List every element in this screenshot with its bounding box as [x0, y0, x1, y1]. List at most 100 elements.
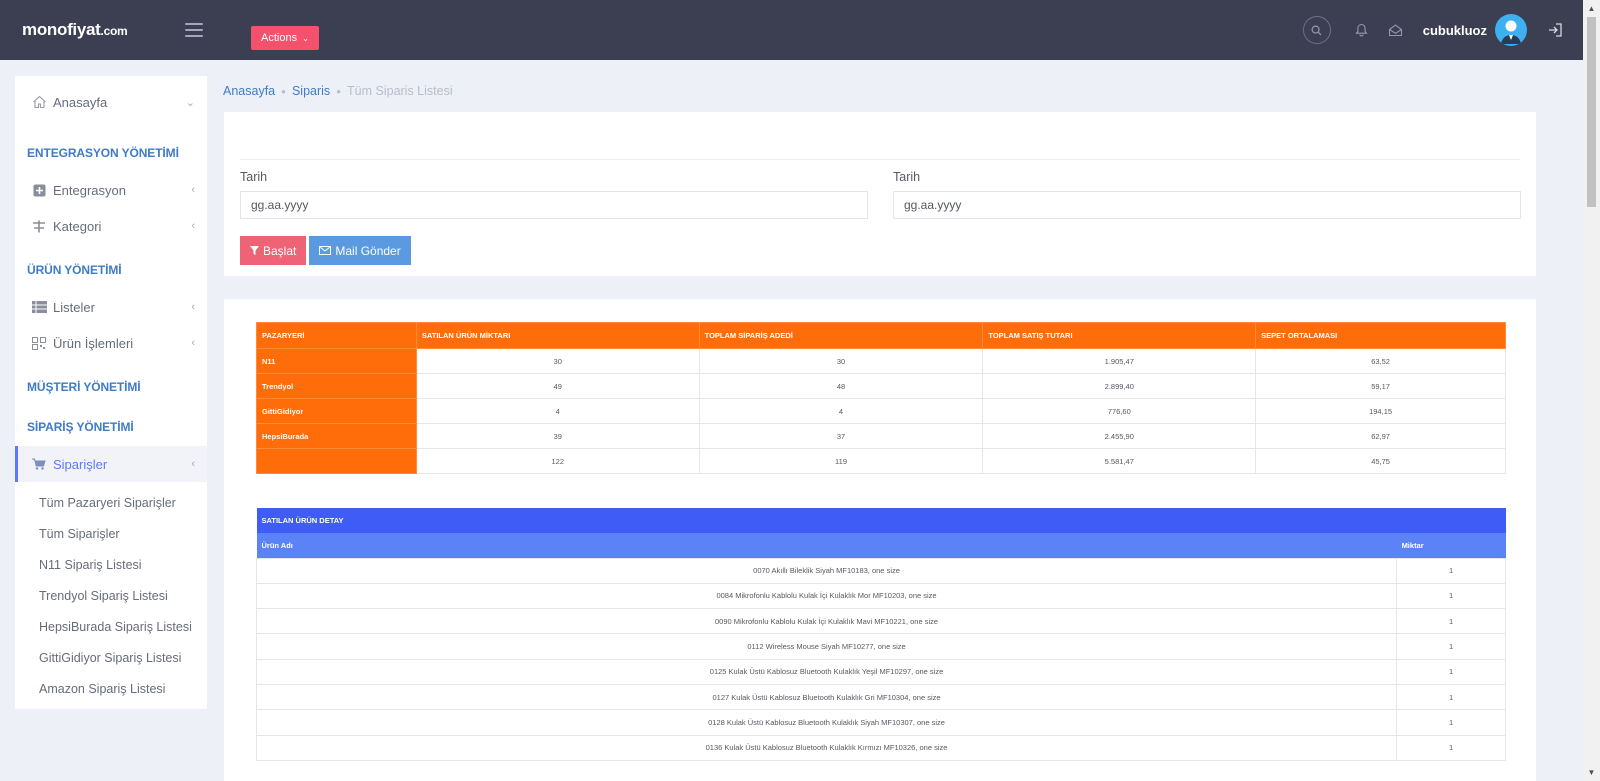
chevron-left-icon: ‹ [191, 184, 195, 196]
start-date-group: Tarih [240, 170, 868, 219]
inbox-icon[interactable] [1388, 23, 1403, 37]
table-row: 0127 Kulak Üstü Kablosuz Bluetooth Kulak… [255, 683, 1506, 711]
sidebar-subitem[interactable]: N11 Sipariş Listesi [15, 549, 207, 580]
table-row: 0125 Kulak Üstü Kablosuz Bluetooth Kulak… [255, 658, 1506, 685]
summary-cell: 1.905,47 [982, 348, 1257, 374]
summary-header-cell: SEPET ORTALAMASI [1255, 322, 1506, 349]
quantity-cell: 1 [1396, 658, 1506, 685]
product-name-cell: 0070 Akıllı Bileklik Siyah MF10183, one … [255, 557, 1398, 584]
sidebar-subitem[interactable]: Tüm Siparişler [15, 518, 207, 549]
product-name-cell: 0090 Mikrofonlu Kablolu Kulak İçi Kulakl… [255, 608, 1398, 635]
sidebar-subitem[interactable]: HepsiBurada Sipariş Listesi [15, 611, 207, 642]
chevron-down-icon: ⌄ [302, 33, 309, 43]
summary-cell: 4 [698, 398, 984, 424]
product-name-cell: 0112 Wireless Mouse Siyah MF10277, one s… [255, 633, 1398, 660]
sidebar-subitem[interactable]: Amazon Sipariş Listesi [15, 673, 207, 704]
scroll-up-icon[interactable]: ▲ [1583, 0, 1600, 17]
end-date-input[interactable] [893, 191, 1521, 219]
end-date-group: Tarih [893, 170, 1521, 219]
quantity-cell: 1 [1396, 608, 1506, 635]
table-row: 0128 Kulak Üstü Kablosuz Bluetooth Kulak… [255, 709, 1506, 736]
sidebar-item-kategori[interactable]: Kategori ‹ [15, 208, 207, 244]
end-date-label: Tarih [893, 170, 921, 184]
summary-cell: 119 [698, 448, 984, 474]
summary-cell: 2.455,90 [982, 423, 1257, 449]
summary-cell: 4 [415, 398, 700, 424]
avatar[interactable] [1495, 14, 1527, 46]
quantity-cell: 1 [1396, 633, 1506, 660]
start-filter-button[interactable]: Başlat [240, 236, 307, 265]
breadcrumb: Anasayfa ● Siparis ● Tüm Siparis Listesi [223, 84, 453, 98]
chevron-left-icon: ‹ [191, 220, 195, 232]
marketplace-cell [256, 448, 417, 474]
summary-cell: 122 [415, 448, 700, 474]
brand-logo[interactable]: monofiyat.com [0, 20, 175, 40]
chevron-down-icon: ⌄ [185, 96, 195, 109]
sidebar-item-siparisler[interactable]: Siparişler ‹ [15, 446, 207, 482]
breadcrumb-home[interactable]: Anasayfa [223, 84, 275, 98]
section-urun: ÜRÜN YÖNETİMİ [27, 263, 122, 277]
divider [240, 159, 1520, 160]
summary-header-cell: SATILAN ÜRÜN MİKTARI [415, 322, 700, 349]
summary-header-cell: TOPLAM SATIŞ TUTARI [982, 322, 1257, 349]
summary-row: GittiGidiyor 4 4 776,60 194,15 [256, 398, 1506, 424]
page-scrollbar[interactable]: ▲ ▼ [1583, 0, 1600, 781]
section-siparis: SİPARİŞ YÖNETİMİ [27, 420, 134, 434]
sidebar: Anasayfa ⌄ ENTEGRASYON YÖNETİMİ Entegras… [15, 76, 207, 709]
summary-row: HepsiBurada 39 37 2.455,90 62,97 [256, 423, 1506, 449]
summary-cell: 30 [415, 348, 700, 374]
results-panel: PAZARYERİ SATILAN ÜRÜN MİKTARI TOPLAM SİPA… [224, 299, 1536, 781]
sidebar-item-entegrasyon[interactable]: Entegrasyon ‹ [15, 172, 207, 208]
product-detail-table: SATILAN ÜRÜN DETAY Ürün Adı Miktar 0070 … [255, 508, 1506, 761]
marketplace-cell: N11 [256, 348, 417, 374]
top-header: monofiyat.com Actions ⌄ cubukluoz [0, 0, 1583, 60]
summary-cell: 194,15 [1255, 398, 1506, 424]
summary-cell: 39 [415, 423, 700, 449]
col-quantity: Miktar [1396, 533, 1506, 558]
logout-icon[interactable] [1547, 22, 1563, 38]
summary-row: Trendyol 49 48 2.899,40 59,17 [256, 373, 1506, 399]
username[interactable]: cubukluoz [1423, 23, 1487, 38]
actions-label: Actions [261, 32, 298, 44]
product-name-cell: 0128 Kulak Üstü Kablosuz Bluetooth Kulak… [255, 709, 1398, 736]
product-name-cell: 0125 Kulak Üstü Kablosuz Bluetooth Kulak… [255, 658, 1398, 685]
scroll-down-icon[interactable]: ▼ [1583, 764, 1600, 781]
table-row: 0112 Wireless Mouse Siyah MF10277, one s… [255, 633, 1506, 660]
summary-cell: 30 [698, 348, 984, 374]
quantity-cell: 1 [1396, 683, 1506, 711]
table-row: 0136 Kulak Üstü Kablosuz Bluetooth Kulak… [255, 734, 1506, 761]
start-date-input[interactable] [240, 191, 868, 219]
summary-cell: 5.581,47 [982, 448, 1257, 474]
sidebar-item-urun-islemleri[interactable]: Ürün İşlemleri ‹ [15, 325, 207, 361]
summary-row: 122 119 5.581,47 45,75 [256, 448, 1506, 474]
summary-row: N11 30 30 1.905,47 63,52 [256, 348, 1506, 374]
summary-cell: 63,52 [1255, 348, 1506, 374]
bell-icon[interactable] [1355, 23, 1368, 37]
filter-panel: Tarih Tarih Başlat Mail Gönder [224, 112, 1536, 276]
summary-header-cell: TOPLAM SİPARİŞ ADEDİ [698, 322, 984, 349]
marketplace-cell: GittiGidiyor [256, 398, 417, 424]
sidebar-subitem[interactable]: Tüm Pazaryeri Siparişler [15, 487, 207, 518]
actions-dropdown-button[interactable]: Actions ⌄ [251, 26, 319, 50]
table-row: 0070 Akıllı Bileklik Siyah MF10183, one … [255, 557, 1506, 584]
sidebar-item-home[interactable]: Anasayfa ⌄ [15, 84, 207, 120]
sidebar-subitem[interactable]: Trendyol Sipariş Listesi [15, 580, 207, 611]
scroll-thumb[interactable] [1587, 17, 1596, 207]
send-mail-button[interactable]: Mail Gönder [309, 236, 411, 265]
summary-cell: 62,97 [1255, 423, 1506, 449]
quantity-cell: 1 [1396, 709, 1506, 736]
sidebar-subitem[interactable]: GittiGidiyor Sipariş Listesi [15, 642, 207, 673]
marketplace-cell: Trendyol [256, 373, 417, 399]
product-name-cell: 0136 Kulak Üstü Kablosuz Bluetooth Kulak… [255, 734, 1398, 761]
sidebar-item-listeler[interactable]: Listeler ‹ [15, 289, 207, 325]
search-icon[interactable] [1302, 16, 1331, 44]
menu-toggle-icon[interactable] [185, 23, 203, 37]
dot-separator: ● [336, 86, 342, 96]
summary-cell: 59,17 [1255, 373, 1506, 399]
detail-title: SATILAN ÜRÜN DETAY [256, 508, 1506, 533]
filter-icon [250, 246, 259, 255]
breadcrumb-siparis[interactable]: Siparis [292, 84, 330, 98]
breadcrumb-current: Tüm Siparis Listesi [347, 84, 453, 98]
plus-square-icon [31, 184, 47, 197]
summary-cell: 2.899,40 [982, 373, 1257, 399]
